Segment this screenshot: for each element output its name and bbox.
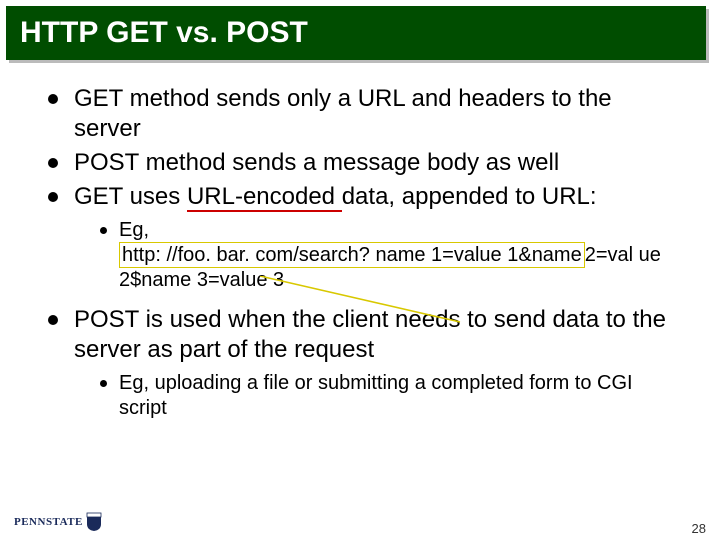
page-number: 28	[692, 521, 706, 536]
sub-bullet-text: Eg, http: //foo. bar. com/search? name 1…	[119, 218, 680, 293]
bullet-text: GET method sends only a URL and headers …	[74, 84, 680, 144]
sub-bullet-dot-icon	[100, 227, 107, 234]
bullet-text: GET uses URL-encoded data, appended to U…	[74, 182, 597, 212]
underlined-term: URL-encoded	[187, 183, 342, 212]
bullet-dot-icon	[48, 94, 58, 104]
title-bar: HTTP GET vs. POST	[6, 6, 706, 60]
bullet-item: GET method sends only a URL and headers …	[48, 84, 680, 144]
bullet-item: POST is used when the client needs to se…	[48, 305, 680, 365]
bullet-dot-icon	[48, 158, 58, 168]
sub-bullet-item: Eg, uploading a file or submitting a com…	[100, 371, 680, 421]
slide-title: HTTP GET vs. POST	[20, 16, 692, 50]
bullet-dot-icon	[48, 315, 58, 325]
example-url: http: //foo. bar. com/search? name 1=val…	[119, 242, 661, 291]
bullet-item: GET uses URL-encoded data, appended to U…	[48, 182, 680, 212]
logo-text: PENNSTATE	[14, 516, 83, 528]
bullet-text-part: data, appended to URL:	[342, 183, 597, 210]
shield-icon	[86, 512, 102, 532]
sub-bullet-group: Eg, http: //foo. bar. com/search? name 1…	[100, 218, 680, 293]
bullet-dot-icon	[48, 192, 58, 202]
bullet-text: POST method sends a message body as well	[74, 148, 559, 178]
bullet-text-part: GET uses	[74, 183, 187, 210]
annotated-url-segment: http: //foo. bar. com/search? name 1=val…	[119, 242, 585, 268]
bullet-text: POST is used when the client needs to se…	[74, 305, 680, 365]
sub-bullet-dot-icon	[100, 380, 107, 387]
pennstate-logo: PENNSTATE	[14, 512, 102, 532]
sub-bullet-group: Eg, uploading a file or submitting a com…	[100, 371, 680, 421]
example-label: Eg,	[119, 219, 149, 241]
sub-bullet-item: Eg, http: //foo. bar. com/search? name 1…	[100, 218, 680, 293]
slide-content: GET method sends only a URL and headers …	[0, 60, 720, 421]
bullet-item: POST method sends a message body as well	[48, 148, 680, 178]
sub-bullet-text: Eg, uploading a file or submitting a com…	[119, 371, 680, 421]
